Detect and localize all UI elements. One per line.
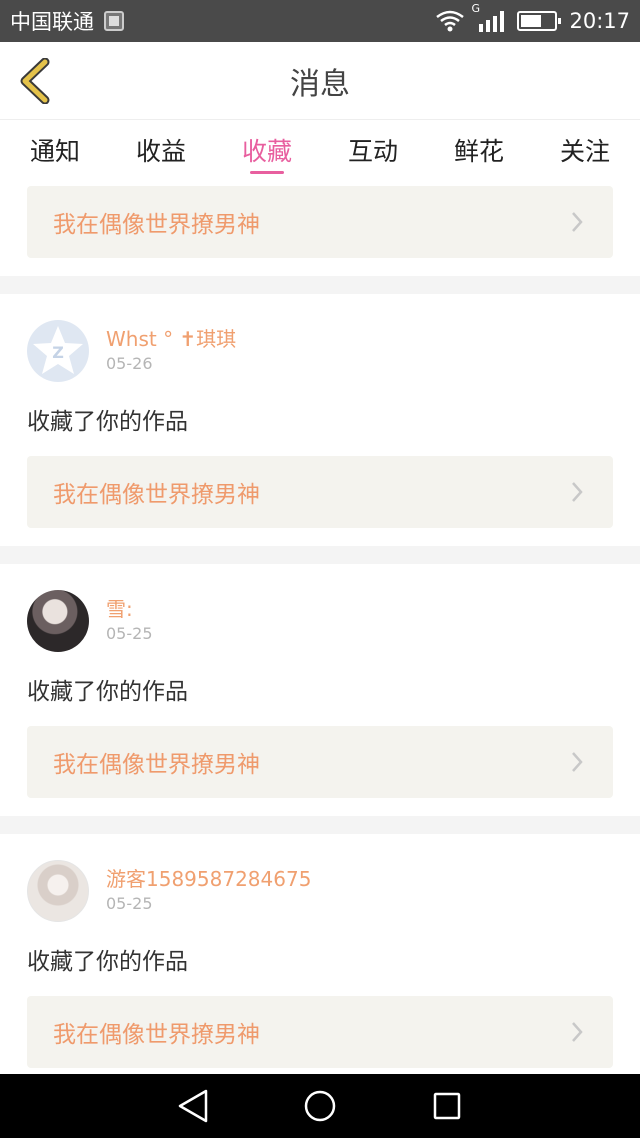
action-text: 收藏了你的作品 — [27, 409, 188, 435]
work-link[interactable]: 我在偶像世界撩男神 — [27, 726, 613, 798]
user-meta: 游客1589587284675 05-25 — [106, 866, 311, 916]
work-title: 我在偶像世界撩男神 — [53, 1022, 260, 1048]
work-link[interactable]: 我在偶像世界撩男神 — [27, 456, 613, 528]
list-item: 游客1589587284675 05-25 收藏了你的作品 我在偶像世界撩男神 — [0, 834, 640, 1074]
work-link[interactable]: 我在偶像世界撩男神 — [27, 186, 613, 258]
user-row: Z Whst ° ✝琪琪 05-26 — [27, 320, 613, 382]
date: 05-25 — [106, 894, 153, 913]
user-row: 游客1589587284675 05-25 — [27, 860, 613, 922]
chevron-right-icon — [567, 750, 587, 774]
message-list: 我在偶像世界撩男神 Z Whst ° ✝琪琪 05-26 收藏了你的作品 我在偶… — [0, 180, 640, 1074]
chevron-right-icon — [567, 1020, 587, 1044]
user-meta: 雪: 05-25 — [106, 596, 153, 646]
chevron-right-icon — [567, 210, 587, 234]
list-item: 雪: 05-25 收藏了你的作品 我在偶像世界撩男神 — [0, 564, 640, 816]
nav-back-button[interactable] — [173, 1086, 213, 1126]
action-text: 收藏了你的作品 — [27, 949, 188, 975]
avatar[interactable] — [27, 590, 89, 652]
square-recents-icon — [433, 1092, 460, 1120]
tab-notifications[interactable]: 通知 — [20, 120, 90, 180]
username[interactable]: Whst ° ✝琪琪 — [106, 326, 236, 352]
tab-earnings[interactable]: 收益 — [126, 120, 196, 180]
network-type: G — [471, 2, 480, 15]
app-header: 消息 — [0, 42, 640, 120]
tab-bar: 通知 收益 收藏 互动 鲜花 关注 — [0, 120, 640, 180]
username[interactable]: 雪: — [106, 596, 153, 622]
action-text: 收藏了你的作品 — [27, 679, 188, 705]
chevron-right-icon — [567, 480, 587, 504]
tab-flowers[interactable]: 鲜花 — [444, 120, 514, 180]
clock: 20:17 — [569, 9, 630, 33]
date: 05-25 — [106, 624, 153, 643]
wifi-icon — [436, 10, 465, 32]
list-item: 我在偶像世界撩男神 — [0, 180, 640, 276]
battery-icon — [517, 11, 562, 31]
date: 05-26 — [106, 354, 153, 373]
signal-group: G — [471, 2, 505, 32]
avatar[interactable]: Z — [27, 320, 89, 382]
system-nav-bar — [0, 1074, 640, 1138]
tab-interactions[interactable]: 互动 — [338, 120, 408, 180]
work-link[interactable]: 我在偶像世界撩男神 — [27, 996, 613, 1068]
status-icons: G 20:17 — [435, 2, 630, 33]
list-item: Z Whst ° ✝琪琪 05-26 收藏了你的作品 我在偶像世界撩男神 — [0, 294, 640, 546]
back-arrow-icon — [20, 58, 50, 104]
signal-icon — [479, 11, 505, 32]
default-avatar-icon: Z — [33, 326, 83, 374]
user-row: 雪: 05-25 — [27, 590, 613, 652]
status-bar: 中国联通 G 20:17 — [0, 0, 640, 42]
nav-home-button[interactable] — [300, 1086, 340, 1126]
svg-text:Z: Z — [52, 343, 64, 362]
username[interactable]: 游客1589587284675 — [106, 866, 311, 892]
back-button[interactable] — [14, 56, 54, 106]
avatar[interactable] — [27, 860, 89, 922]
user-meta: Whst ° ✝琪琪 05-26 — [106, 326, 236, 376]
carrier-name: 中国联通 — [10, 10, 94, 34]
image-notification-icon — [104, 11, 124, 31]
tab-follows[interactable]: 关注 — [550, 120, 620, 180]
circle-home-icon — [304, 1090, 336, 1122]
carrier-group: 中国联通 — [10, 6, 124, 36]
work-title: 我在偶像世界撩男神 — [53, 482, 260, 508]
work-title: 我在偶像世界撩男神 — [53, 752, 260, 778]
nav-recents-button[interactable] — [427, 1086, 467, 1126]
work-title: 我在偶像世界撩男神 — [53, 212, 260, 238]
tab-favorites[interactable]: 收藏 — [232, 120, 302, 180]
triangle-back-icon — [179, 1089, 208, 1123]
page-title: 消息 — [290, 66, 350, 102]
